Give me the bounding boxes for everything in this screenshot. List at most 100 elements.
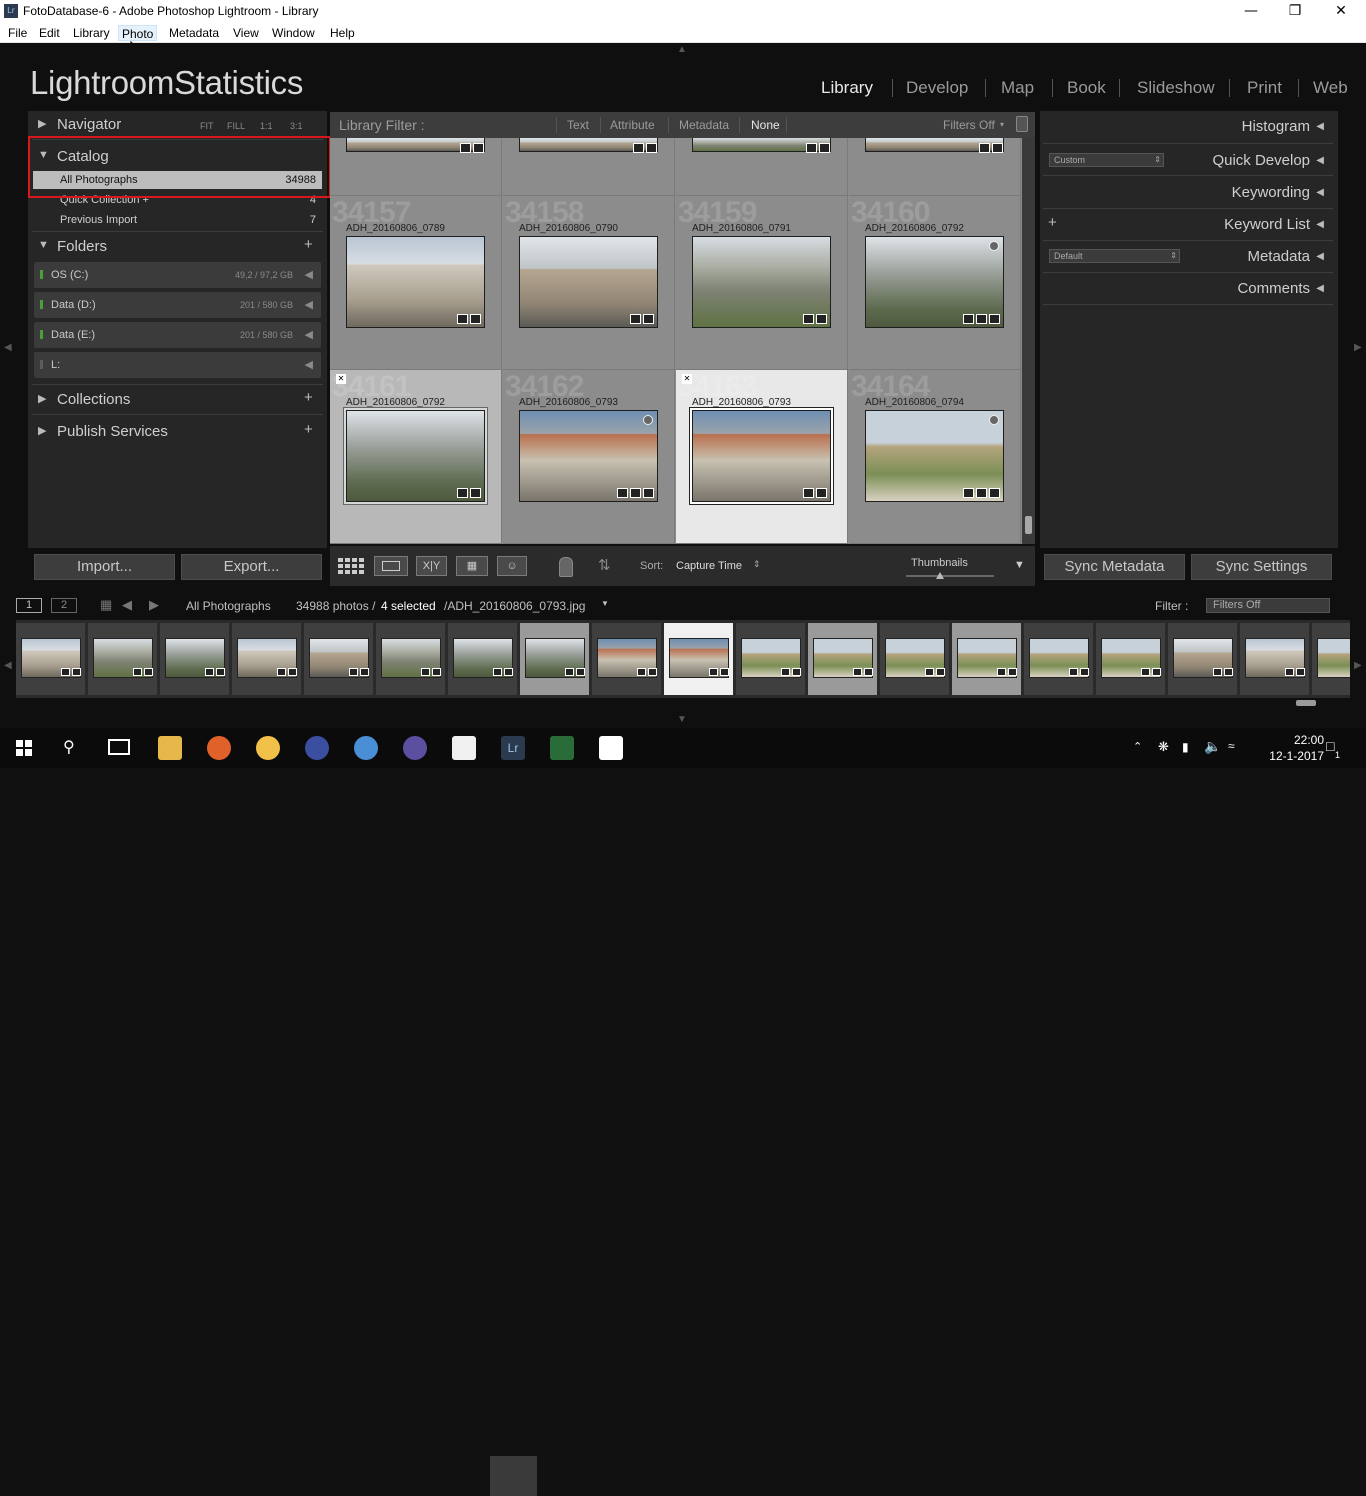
filmstrip-cell[interactable] <box>808 623 878 695</box>
sort-select-arrow-icon[interactable]: ⇕ <box>753 559 761 570</box>
menu-edit[interactable]: Edit <box>36 25 63 41</box>
grid-icon[interactable]: ▦ <box>100 597 112 613</box>
filmstrip-left-arrow-icon[interactable]: ◀ <box>4 660 12 671</box>
grid-cell[interactable] <box>849 138 1021 196</box>
module-web[interactable]: Web <box>1313 78 1348 98</box>
filmstrip-cell[interactable] <box>952 623 1022 695</box>
filmstrip-cell[interactable] <box>592 623 662 695</box>
photo-thumbnail[interactable] <box>519 236 658 328</box>
toolbar-menu-arrow-icon[interactable]: ▼ <box>1014 559 1025 571</box>
quick-collection-circle-icon[interactable] <box>643 415 653 425</box>
right-panel-toggle-icon[interactable]: ▶ <box>1354 342 1362 353</box>
sort-direction-icon[interactable]: ⇅ <box>598 556 611 574</box>
add-keyword-icon[interactable]: + <box>1048 214 1057 231</box>
keyword-list-header[interactable]: Keyword List ◀ <box>1224 216 1326 233</box>
people-view-icon[interactable]: ☺ <box>497 556 527 576</box>
survey-view-icon[interactable]: ▦ <box>456 556 488 576</box>
volume-icon[interactable]: 🔈 <box>1204 738 1221 755</box>
show-hidden-icons-icon[interactable]: ⌃ <box>1133 740 1142 753</box>
reject-flag-icon[interactable]: ✕ <box>682 374 692 384</box>
navigator-header[interactable]: ▶ Navigator FIT FILL 1:1 3:1 <box>28 113 327 137</box>
publish-services-header[interactable]: ▶ Publish Services + <box>28 420 327 444</box>
windows-start-icon[interactable] <box>16 740 32 756</box>
add-publish-service-icon[interactable]: + <box>304 421 313 438</box>
filter-attribute[interactable]: Attribute <box>610 118 655 132</box>
filmstrip-cell[interactable] <box>160 623 230 695</box>
app-icon[interactable] <box>305 736 329 760</box>
menu-library[interactable]: Library <box>70 25 113 41</box>
filmstrip-cell[interactable] <box>304 623 374 695</box>
minimize-icon[interactable]: — <box>1228 0 1274 23</box>
grid-cell[interactable] <box>676 138 848 196</box>
scrollbar-thumb[interactable] <box>1025 516 1032 534</box>
filter-text[interactable]: Text <box>567 118 589 132</box>
grid-cell[interactable]: 34160 ADH_20160806_0792 <box>849 196 1021 370</box>
filter-none[interactable]: None <box>751 118 780 132</box>
collections-header[interactable]: ▶ Collections + <box>28 388 327 412</box>
menu-metadata[interactable]: Metadata <box>166 25 222 41</box>
reject-flag-icon[interactable]: ✕ <box>336 374 346 384</box>
grid-cell[interactable]: 34159 ADH_20160806_0791 <box>676 196 848 370</box>
lock-icon[interactable] <box>1016 116 1028 132</box>
grid-cell-active[interactable]: 34163 ✕ ADH_20160806_0793 <box>676 370 848 544</box>
export-button[interactable]: Export... <box>181 554 322 580</box>
folder-arrow-icon[interactable]: ◀ <box>305 298 313 311</box>
keywording-header[interactable]: Keywording ◀ <box>1232 184 1326 201</box>
filter-metadata[interactable]: Metadata <box>679 118 729 132</box>
quick-develop-header[interactable]: Quick Develop ◀ <box>1212 152 1326 169</box>
menu-photo[interactable]: Photo <box>118 25 158 41</box>
grid-cell[interactable]: 34162 ADH_20160806_0793 <box>503 370 675 544</box>
filmstrip-right-arrow-icon[interactable]: ▶ <box>1354 660 1362 671</box>
folder-arrow-icon[interactable]: ◀ <box>305 358 313 371</box>
weather-app-icon[interactable] <box>256 736 280 760</box>
metadata-preset-select[interactable]: Default ⇕ <box>1049 249 1180 263</box>
filmstrip-cell[interactable] <box>232 623 302 695</box>
quick-develop-preset-select[interactable]: Custom ⇕ <box>1049 153 1164 167</box>
filmstrip-cell[interactable] <box>736 623 806 695</box>
add-collection-icon[interactable]: + <box>304 389 313 406</box>
task-view-icon[interactable] <box>108 739 130 755</box>
folder-os-c[interactable]: OS (C:) 49,2 / 97,2 GB ◀ <box>34 262 321 288</box>
folder-data-e[interactable]: Data (E:) 201 / 580 GB ◀ <box>34 322 321 348</box>
secondary-window-button[interactable]: 2 <box>51 598 77 613</box>
photo-thumbnail[interactable] <box>865 410 1004 502</box>
grid-cell[interactable]: 34157 ADH_20160806_0789 <box>330 196 502 370</box>
bottom-panel-toggle-icon[interactable]: ▼ <box>677 714 687 725</box>
file-menu-arrow-icon[interactable]: ▼ <box>601 599 609 608</box>
photos-app-icon[interactable] <box>599 736 623 760</box>
folders-header[interactable]: ▼ Folders + <box>28 235 327 259</box>
dropbox-icon[interactable]: ❋ <box>1158 739 1169 755</box>
grid-cell[interactable]: 34158 ADH_20160806_0790 <box>503 196 675 370</box>
loupe-view-icon[interactable] <box>374 556 408 576</box>
filmstrip-cell[interactable] <box>16 623 86 695</box>
filmstrip-cell[interactable] <box>664 623 734 695</box>
filter-preset-select[interactable]: Filters Off <box>943 118 995 132</box>
filmstrip-cell[interactable] <box>520 623 590 695</box>
grid-cell[interactable] <box>503 138 675 196</box>
filmstrip-cell[interactable] <box>1168 623 1238 695</box>
filmstrip-thumbnail[interactable] <box>1317 638 1350 678</box>
photo-thumbnail[interactable] <box>519 410 658 502</box>
spreadsheet-icon[interactable] <box>452 736 476 760</box>
module-print[interactable]: Print <box>1247 78 1282 98</box>
back-arrow-icon[interactable]: ◀ <box>122 597 132 613</box>
folder-arrow-icon[interactable]: ◀ <box>305 268 313 281</box>
file-explorer-icon[interactable] <box>158 736 182 760</box>
grid-view-icon[interactable] <box>336 556 366 576</box>
quick-collection-circle-icon[interactable] <box>989 241 999 251</box>
filmstrip-cell[interactable] <box>376 623 446 695</box>
filmstrip-cell[interactable] <box>880 623 950 695</box>
lightroom-taskbar-icon[interactable]: Lr <box>501 736 525 760</box>
module-book[interactable]: Book <box>1067 78 1106 98</box>
zoom-fill[interactable]: FILL <box>227 121 245 131</box>
app-icon[interactable] <box>403 736 427 760</box>
menu-view[interactable]: View <box>230 25 262 41</box>
sync-settings-button[interactable]: Sync Settings <box>1191 554 1332 580</box>
filmstrip-scrollbar-thumb[interactable] <box>1296 700 1316 706</box>
thumbnail-size-slider[interactable] <box>906 575 994 577</box>
filmstrip-cell[interactable] <box>1312 623 1350 695</box>
battery-icon[interactable]: ▮ <box>1182 740 1189 754</box>
module-develop[interactable]: Develop <box>906 78 968 98</box>
module-slideshow[interactable]: Slideshow <box>1137 78 1215 98</box>
grid-cell[interactable] <box>330 138 502 196</box>
